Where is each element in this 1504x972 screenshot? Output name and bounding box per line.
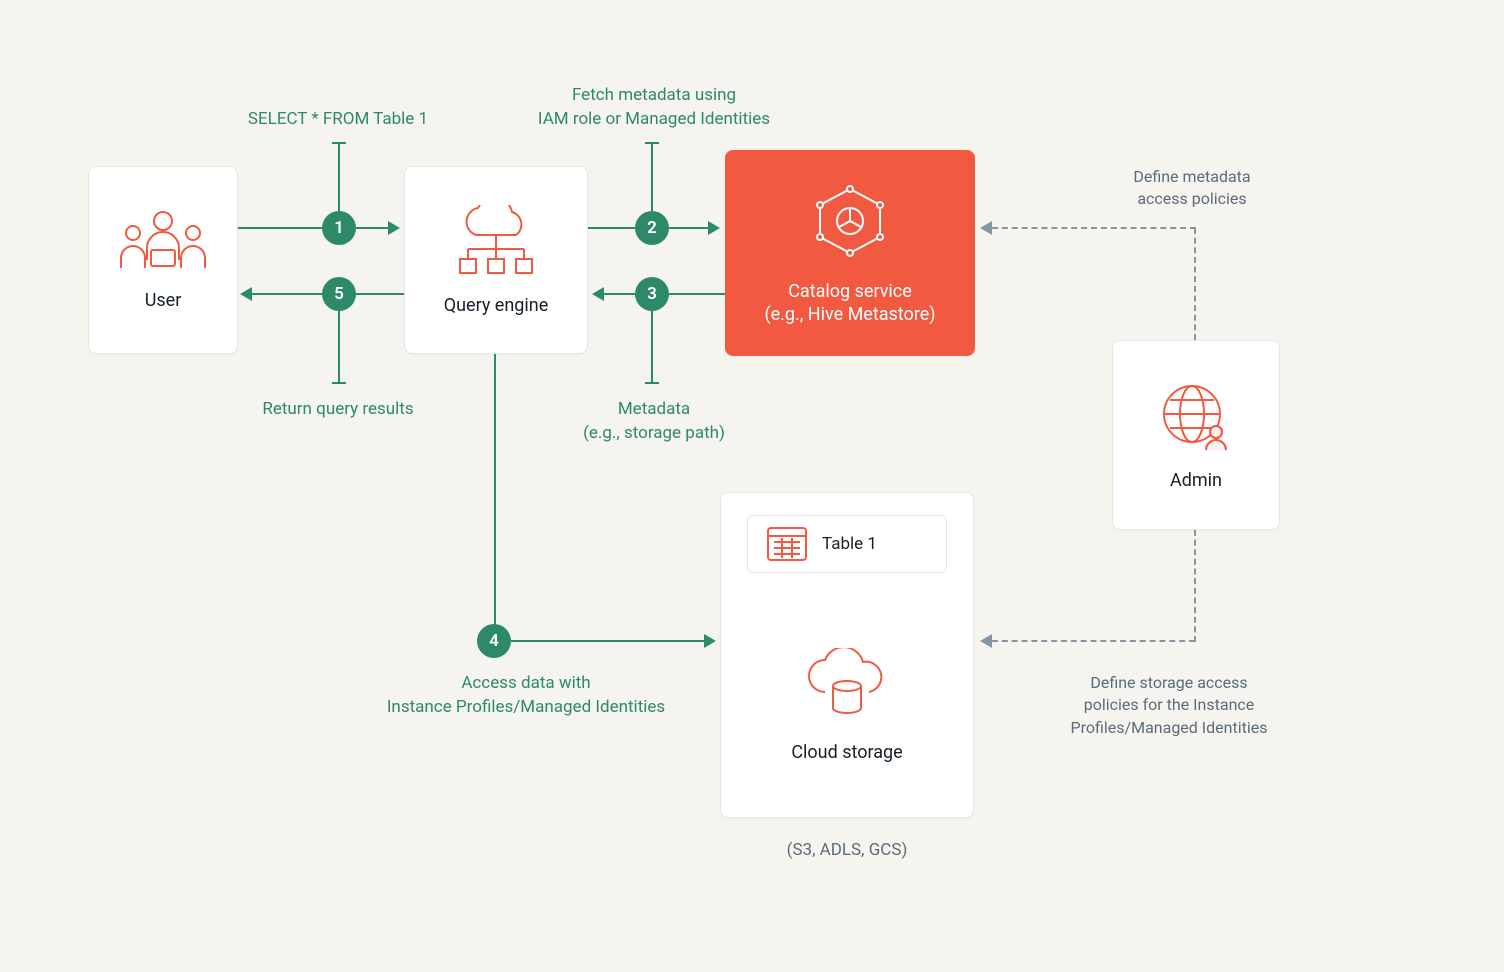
cloud-storage-sub: (S3, ADLS, GCS) [720, 840, 974, 860]
cloud-storage-box: Table 1 Cloud storage [720, 492, 974, 818]
annotation-2-l2: IAM role or Managed Identities [538, 109, 770, 129]
conn-3-h [645, 382, 659, 384]
conn-3-v [651, 310, 653, 384]
cloud-db-icon [799, 648, 895, 724]
badge-4: 4 [477, 624, 511, 658]
admin-storage-l2: policies for the Instance [1084, 695, 1255, 714]
catalog-icon [807, 181, 893, 267]
badge-5: 5 [322, 277, 356, 311]
admin-meta-l1: Define metadata [1133, 167, 1250, 186]
annotation-4-l1: Access data with [461, 673, 590, 693]
conn-5-v [338, 310, 340, 384]
arrow-4-h [494, 640, 706, 642]
annotation-2: Fetch metadata using IAM role or Managed… [500, 84, 808, 132]
annotation-3-l2: (e.g., storage path) [583, 423, 725, 443]
annotation-1: SELECT * FROM Table 1 [238, 108, 438, 132]
catalog-box: Catalog service (e.g., Hive Metastore) [725, 150, 975, 356]
conn-2-v [651, 142, 653, 212]
admin-box: Admin [1112, 340, 1280, 530]
users-icon [115, 210, 211, 276]
annotation-5: Return query results [240, 398, 436, 422]
admin-meta-h [992, 227, 1196, 229]
table-icon [766, 526, 808, 562]
table-label: Table 1 [822, 534, 877, 554]
admin-meta-l2: access policies [1137, 189, 1246, 208]
conn-2-h [645, 142, 659, 144]
arrow-3-head [592, 287, 604, 301]
annotation-3: Metadata (e.g., storage path) [556, 398, 752, 446]
cloud-storage-label: Cloud storage [791, 742, 902, 763]
annotation-4: Access data with Instance Profiles/Manag… [346, 672, 706, 720]
arrow-1-head [388, 221, 400, 235]
admin-storage-v [1194, 530, 1196, 642]
user-label: User [145, 290, 182, 311]
query-engine-label: Query engine [444, 295, 549, 316]
admin-meta-v [1194, 228, 1196, 340]
arrow-4-v [494, 354, 496, 642]
badge-2: 2 [635, 211, 669, 245]
conn-1-v [338, 142, 340, 212]
admin-storage-l1: Define storage access [1090, 673, 1247, 692]
annotation-4-l2: Instance Profiles/Managed Identities [387, 697, 665, 717]
arrow-1-line [238, 227, 392, 229]
catalog-label-1: Catalog service [788, 281, 912, 302]
badge-3: 3 [635, 277, 669, 311]
arrow-4-head [704, 634, 716, 648]
admin-icon [1158, 380, 1234, 456]
admin-storage-note: Define storage access policies for the I… [1044, 672, 1294, 739]
annotation-3-l1: Metadata [618, 399, 690, 419]
admin-meta-head [980, 221, 992, 235]
arrow-2-head [708, 221, 720, 235]
conn-5-h [332, 382, 346, 384]
query-engine-box: Query engine [404, 166, 588, 354]
table-box: Table 1 [747, 515, 947, 573]
admin-storage-h [992, 640, 1195, 642]
user-box: User [88, 166, 238, 354]
cloud-tree-icon [446, 205, 546, 281]
conn-1-h [332, 142, 346, 144]
catalog-label-2: (e.g., Hive Metastore) [764, 304, 935, 325]
annotation-2-l1: Fetch metadata using [572, 85, 736, 105]
admin-label: Admin [1170, 470, 1222, 491]
arrow-5-head [240, 287, 252, 301]
badge-1: 1 [322, 211, 356, 245]
admin-meta-note: Define metadata access policies [1082, 166, 1302, 211]
admin-storage-head [980, 634, 992, 648]
admin-storage-l3: Profiles/Managed Identities [1071, 718, 1268, 737]
